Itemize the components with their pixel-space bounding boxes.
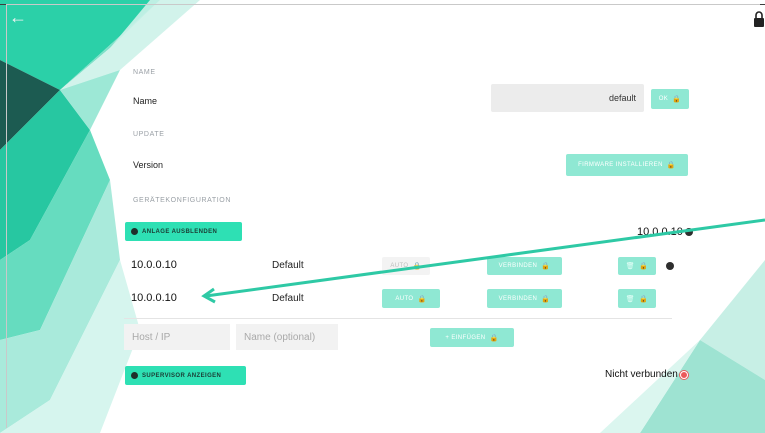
lock-icon: 🔒 (412, 263, 422, 270)
lock-icon: 🔒 (489, 334, 499, 342)
auto-button[interactable]: AUTO 🔒 (382, 289, 440, 308)
app-window: ← NAME Name default OK 🔒 UPDATE Version F… (0, 0, 765, 433)
current-ip: 10.0.0.10 (637, 226, 683, 238)
update-section-heading: UPDATE (133, 131, 165, 138)
name-field[interactable]: default (491, 84, 644, 112)
delete-button[interactable]: 🗑 🔒 (618, 289, 656, 308)
disconnected-icon (679, 370, 688, 379)
version-label: Version (133, 160, 164, 170)
delete-button[interactable]: 🗑 🔒 (618, 257, 656, 275)
device-name: Default (272, 293, 304, 304)
lock-icon: 🔒 (541, 263, 551, 270)
config-section-heading: GERÄTEKONFIGURATION (133, 197, 231, 204)
connect-label: VERBINDEN (498, 263, 538, 269)
back-button[interactable]: ← (9, 8, 27, 26)
lock-icon: 🔒 (639, 295, 649, 303)
add-label: + EINFÜGEN (445, 334, 486, 341)
show-supervisor-button[interactable]: SUPERVISOR ANZEIGEN (125, 366, 246, 385)
auto-label: AUTO (390, 263, 409, 269)
device-ip: 10.0.0.10 (131, 259, 177, 271)
connection-status-text: Nicht verbunden (605, 369, 678, 380)
top-border (0, 4, 765, 5)
circle-icon (131, 372, 138, 379)
connection-status: Nicht verbunden (605, 369, 688, 380)
device-name: Default (272, 260, 304, 271)
lock-icon: 🔒 (417, 295, 427, 303)
name-placeholder: Name (optional) (244, 331, 316, 343)
install-firmware-button[interactable]: FIRMWARE INSTALLIEREN 🔒 (566, 154, 688, 176)
name-ok-button[interactable]: OK 🔒 (651, 89, 689, 109)
install-firmware-label: FIRMWARE INSTALLIEREN (578, 162, 663, 168)
arrow-left-icon: ← (9, 7, 27, 27)
host-placeholder: Host / IP (132, 331, 171, 343)
auto-label: AUTO (395, 295, 414, 302)
lock-icon: 🔒 (541, 295, 551, 303)
name-section-heading: NAME (133, 69, 156, 76)
auto-button[interactable]: AUTO 🔒 (382, 257, 430, 275)
host-input[interactable]: Host / IP (124, 324, 230, 350)
status-dot-icon (684, 228, 693, 236)
name-input[interactable]: Name (optional) (236, 324, 338, 350)
hide-system-button[interactable]: ANLAGE AUSBLENDEN (125, 222, 242, 241)
lock-icon[interactable] (753, 10, 765, 28)
name-label: Name (133, 96, 158, 106)
circle-icon (131, 228, 138, 235)
connect-button[interactable]: VERBINDEN 🔒 (487, 257, 562, 275)
lock-icon: 🔒 (666, 162, 676, 169)
current-ip-status: 10.0.0.10 (637, 226, 693, 238)
ok-label: OK (658, 96, 669, 102)
hide-system-label: ANLAGE AUSBLENDEN (142, 228, 218, 235)
lock-icon: 🔒 (672, 96, 682, 103)
row-divider (124, 318, 672, 319)
trash-icon: 🗑 (625, 295, 636, 303)
trash-icon: 🗑 (625, 263, 636, 270)
device-ip: 10.0.0.10 (131, 292, 177, 304)
name-field-value: default (608, 93, 636, 103)
connect-label: VERBINDEN (498, 295, 538, 302)
lock-icon: 🔒 (639, 263, 649, 270)
connect-button[interactable]: VERBINDEN 🔒 (487, 289, 562, 308)
status-dot-icon (666, 262, 674, 270)
show-supervisor-label: SUPERVISOR ANZEIGEN (142, 372, 222, 379)
add-button[interactable]: + EINFÜGEN 🔒 (430, 328, 514, 347)
